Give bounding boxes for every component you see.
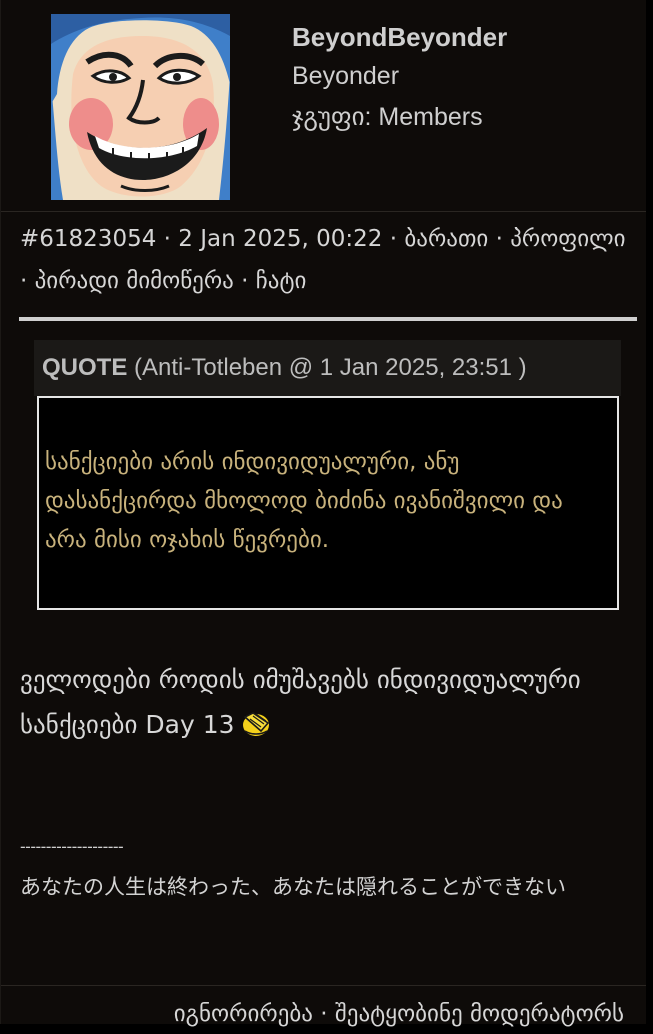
user-group: ჯგუფი: Members (292, 97, 507, 138)
post-divider (19, 317, 637, 321)
post-date: 2 Jan 2025, 00:22 (178, 226, 383, 252)
post-message: ველოდები როდის იმუშავებს ინდივიდუალური ს… (20, 657, 630, 747)
group-label: ჯგუფი: (292, 103, 372, 131)
quote-label: QUOTE (42, 354, 128, 381)
meta-separator: · (20, 268, 28, 294)
signature-text: あなたの人生は終わった、あなたは隠れることができない (20, 875, 566, 899)
meta-separator: · (163, 226, 171, 252)
quote-header: QUOTE (Anti-Totleben @ 1 Jan 2025, 23:51… (34, 340, 621, 396)
post-meta: #61823054 · 2 Jan 2025, 00:22 · ბარათი ·… (20, 218, 635, 302)
footer-separator: · (320, 1001, 328, 1027)
avatar[interactable] (51, 14, 230, 200)
user-info: BeyondBeyonder Beyonder ჯგუფი: Members (292, 18, 507, 138)
footer-border (1, 985, 646, 986)
message-text: ველოდები როდის იმუშავებს ინდივიდუალური ს… (20, 665, 581, 739)
card-link[interactable]: ბარათი (404, 226, 488, 252)
quote-text: სანქციები არის ინდივიდუალური, ანუ დასანქ… (45, 449, 563, 553)
group-value: Members (378, 103, 483, 131)
report-moderator-link[interactable]: შეატყობინე მოდერატორს (335, 1001, 624, 1027)
meta-separator: · (241, 268, 249, 294)
post-footer: იგნორირება · შეატყობინე მოდერატორს (174, 994, 624, 1034)
forum-post: BeyondBeyonder Beyonder ჯგუფი: Members #… (0, 0, 647, 1027)
profile-link[interactable]: პროფილი (510, 226, 625, 252)
meta-separator: · (495, 226, 503, 252)
ignore-link[interactable]: იგნორირება (174, 1001, 313, 1027)
post-header: BeyondBeyonder Beyonder ჯგუფი: Members (1, 0, 646, 212)
user-title: Beyonder (292, 62, 400, 90)
quote-body: სანქციები არის ინდივიდუალური, ანუ დასანქ… (37, 396, 619, 610)
meta-separator: · (389, 226, 398, 252)
facepalm-emoji-icon (241, 706, 271, 736)
chat-link[interactable]: ჩატი (256, 268, 307, 294)
signature-rule: -------------------- (20, 837, 124, 856)
page-edge (646, 0, 653, 1024)
private-message-link[interactable]: პირადი მიმოწერა (35, 268, 234, 294)
post-id-link[interactable]: #61823054 (20, 226, 156, 252)
username[interactable]: BeyondBeyonder (292, 18, 507, 56)
quote-source: (Anti-Totleben @ 1 Jan 2025, 23:51 ) (134, 354, 527, 381)
avatar-image (51, 14, 230, 200)
